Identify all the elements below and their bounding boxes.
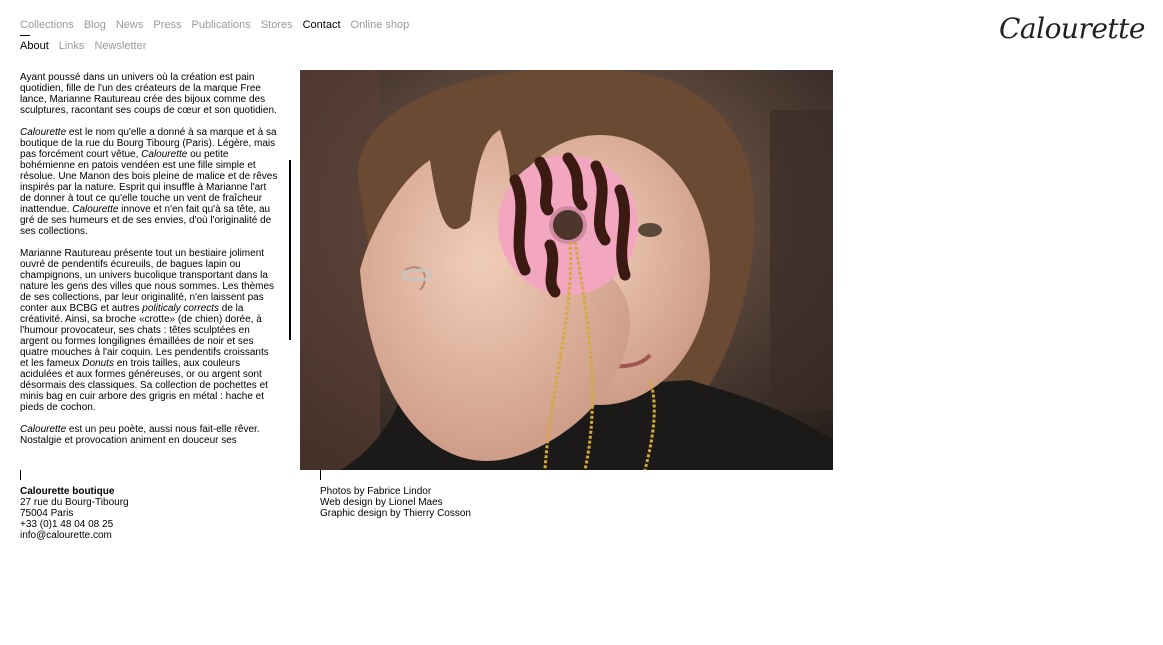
brand-name: Calourette — [141, 149, 188, 160]
about-paragraph: Calourette est le nom qu'elle a donné à … — [20, 127, 278, 237]
emphasis-text: Donuts — [82, 358, 114, 369]
boutique-info: Calourette boutique 27 rue du Bourg-Tibo… — [20, 486, 129, 541]
nav-news[interactable]: News — [116, 19, 144, 32]
secondary-nav: About Links Newsletter — [20, 40, 409, 61]
boutique-email-link[interactable]: info@calourette.com — [20, 530, 129, 541]
emphasis-text: politicaly corrects — [142, 303, 219, 314]
nav-press[interactable]: Press — [153, 19, 181, 32]
section-marker — [320, 470, 321, 480]
nav-contact[interactable]: Contact — [303, 19, 341, 32]
about-text: Ayant poussé dans un univers où la créat… — [20, 72, 278, 470]
calourette-logo[interactable]: Calourette — [999, 12, 1146, 45]
credit-web-design: Web design by Lionel Maes — [320, 497, 443, 508]
main-navigation: Collections Blog News Press Publications… — [20, 19, 409, 61]
subnav-newsletter[interactable]: Newsletter — [94, 40, 146, 53]
about-paragraph: Ayant poussé dans un univers où la créat… — [20, 72, 278, 116]
about-text-run: Ayant poussé dans un univers où la créat… — [20, 72, 277, 116]
photo-illustration — [300, 70, 833, 470]
about-paragraph: Calourette est un peu poète, aussi nous … — [20, 424, 278, 446]
nav-collections[interactable]: Collections — [20, 19, 74, 36]
primary-nav: Collections Blog News Press Publications… — [20, 19, 409, 40]
section-marker — [20, 470, 21, 480]
credit-graphic-design: Graphic design by Thierry Cosson — [320, 508, 471, 519]
subnav-about[interactable]: About — [20, 40, 49, 53]
boutique-street: 27 rue du Bourg-Tibourg — [20, 497, 129, 508]
boutique-name: Calourette boutique — [20, 486, 115, 497]
designer-photo — [300, 70, 833, 470]
credit-photos: Photos by Fabrice Lindor — [320, 486, 432, 497]
text-fade — [20, 460, 278, 470]
credits: Photos by Fabrice Lindor Web design by L… — [320, 486, 471, 519]
donut — [498, 152, 638, 298]
boutique-phone: +33 (0)1 48 04 08 25 — [20, 519, 114, 530]
subnav-links[interactable]: Links — [59, 40, 85, 53]
brand-name: Calourette — [20, 424, 67, 435]
about-paragraph: Marianne Rautureau présente tout un best… — [20, 248, 278, 413]
nav-blog[interactable]: Blog — [84, 19, 106, 32]
brand-name: Calourette — [72, 204, 119, 215]
nav-online-shop[interactable]: Online shop — [351, 19, 410, 32]
brand-name: Calourette — [20, 127, 67, 138]
nav-publications[interactable]: Publications — [191, 19, 250, 32]
nav-stores[interactable]: Stores — [261, 19, 293, 32]
text-scrollbar[interactable] — [289, 160, 291, 340]
boutique-city: 75004 Paris — [20, 508, 74, 519]
